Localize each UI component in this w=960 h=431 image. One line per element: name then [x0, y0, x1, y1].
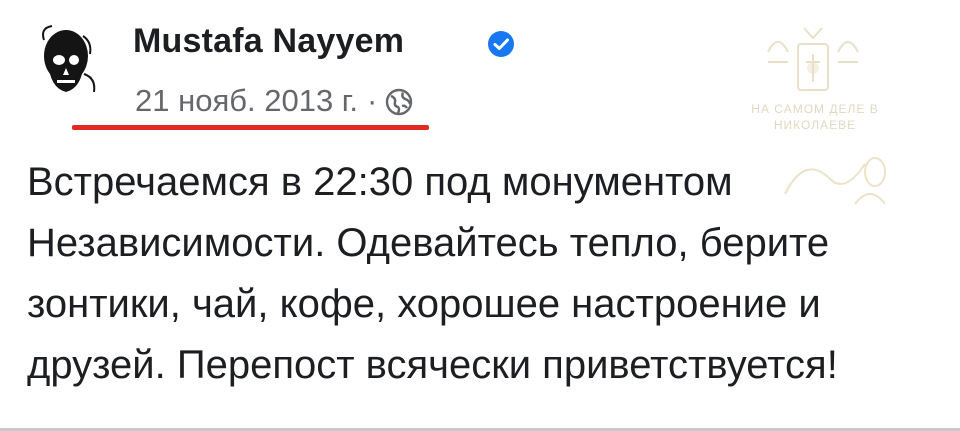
post-body-line: друзей. Перепост всячески приветствуется… — [27, 343, 838, 387]
facebook-post: Mustafa Nayyem 21 нояб. 2013 г. · НА САМ… — [0, 0, 960, 431]
verified-badge-icon — [487, 30, 515, 58]
watermark-text-line-2: НИКОЛАЕВЕ — [773, 118, 857, 132]
post-body: Встречаемся в 22:30 под монументом Незав… — [27, 152, 952, 396]
post-body-line: Независимости. Одевайтесь тепло, берите — [27, 221, 830, 265]
crest-watermark-icon — [748, 22, 878, 100]
avatar[interactable] — [26, 18, 112, 104]
skull-avatar-icon — [42, 25, 96, 93]
author-name[interactable]: Mustafa Nayyem — [133, 22, 404, 61]
date-highlight-underline — [72, 125, 429, 130]
globe-icon[interactable] — [385, 88, 413, 116]
post-meta: 21 нояб. 2013 г. · — [135, 82, 413, 120]
post-body-line: зонтики, чай, кофе, хорошее настроение и — [27, 282, 821, 326]
watermark-text-line-1: НА САМОМ ДЕЛЕ В — [751, 102, 879, 116]
post-body-line: Встречаемся в 22:30 под монументом — [27, 160, 733, 204]
meta-separator: · — [366, 83, 378, 118]
post-date[interactable]: 21 нояб. 2013 г. — [135, 83, 358, 119]
